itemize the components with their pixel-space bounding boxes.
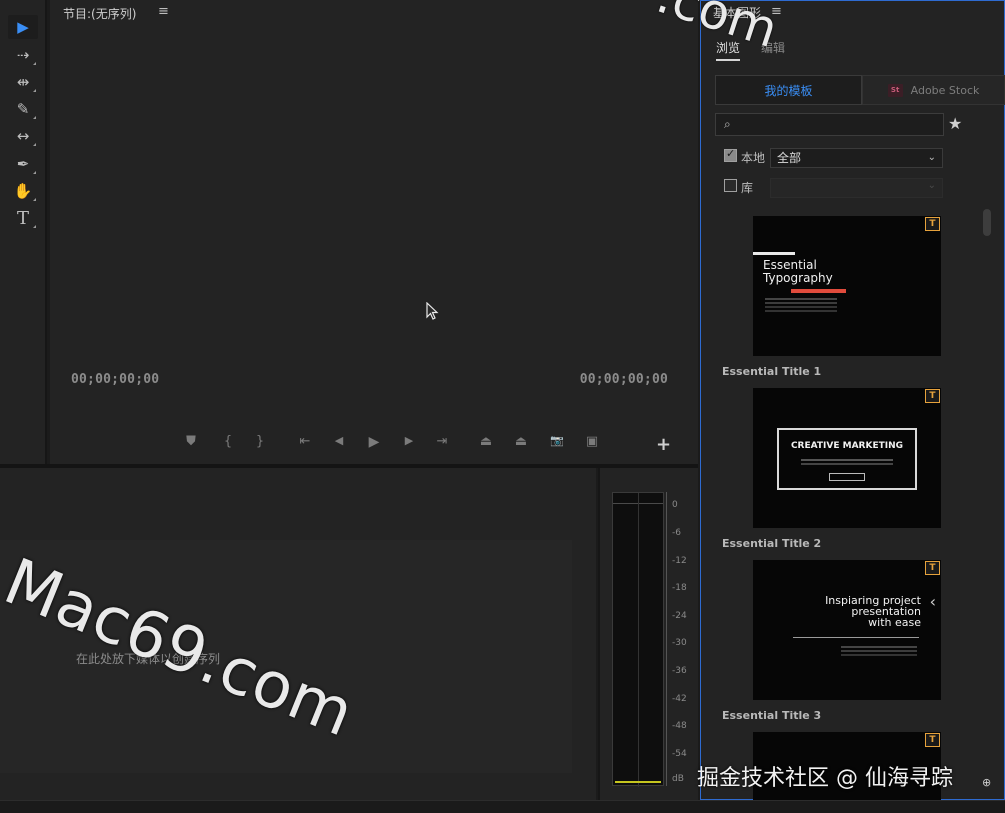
type-tool-icon[interactable]: T: [8, 206, 38, 230]
track-select-tool-icon[interactable]: ⇢: [8, 43, 38, 67]
local-checkbox[interactable]: [724, 147, 737, 162]
essential-graphics-panel: 基本图形 ≡ 浏览 编辑 我的模板 St Adobe Stock ⌕ ★ 本地 …: [700, 0, 1005, 800]
compare-icon[interactable]: ▣: [582, 434, 602, 449]
library-label: 库: [741, 181, 754, 195]
ripple-edit-tool-icon[interactable]: ⇹: [8, 70, 38, 94]
go-to-in-icon[interactable]: ⇤: [295, 434, 315, 449]
program-menu-icon[interactable]: ≡: [158, 4, 169, 19]
thumbnail-button-shape: [829, 473, 865, 481]
selection-tool-icon[interactable]: ▶: [8, 15, 38, 39]
lift-icon[interactable]: ⏏: [476, 434, 496, 449]
template-label: Essential Title 2: [722, 537, 822, 550]
thumbnail-body-lines: [801, 459, 893, 461]
template-source-switch: 我的模板 St Adobe Stock: [715, 75, 1005, 105]
watermark-text: 掘金技术社区 @ 仙海寻踪: [697, 766, 953, 791]
mark-out-icon[interactable]: }: [250, 434, 270, 449]
favorites-star-icon[interactable]: ★: [948, 114, 962, 133]
audio-meter: 0 -6 -12 -18 -24 -30 -36 -42 -48 -54 dB: [598, 468, 698, 800]
text-template-badge-icon: T: [925, 561, 940, 575]
meter-label: -42: [672, 694, 687, 704]
thumbnail-red-bar: [791, 289, 846, 293]
step-forward-icon[interactable]: ▶: [399, 434, 419, 447]
template-thumbnail[interactable]: Inspiaring project presentation with eas…: [753, 560, 941, 700]
play-icon[interactable]: ▶: [364, 434, 384, 450]
local-filter-value: 全部: [777, 151, 802, 165]
search-icon: ⌕: [724, 117, 731, 131]
template-label: Essential Title 1: [722, 365, 822, 378]
text-template-badge-icon: T: [925, 217, 940, 231]
duration-timecode: 00;00;00;00: [579, 372, 668, 387]
thumbnail-text-line: Typography: [763, 271, 833, 285]
adobe-stock-button[interactable]: St Adobe Stock: [862, 75, 1005, 105]
text-template-badge-icon: T: [925, 389, 940, 403]
meter-unit-label: dB: [672, 774, 684, 784]
pen-tool-icon[interactable]: ✒: [8, 152, 38, 176]
thumbnail-frame: CREATIVE MARKETING: [777, 428, 917, 490]
meter-label: -48: [672, 721, 687, 731]
my-templates-button[interactable]: 我的模板: [715, 75, 862, 105]
thumbnail-accent-line: [753, 252, 795, 255]
chevron-down-icon: ⌄: [927, 152, 936, 163]
thumbnail-title: Inspiaring project presentation with eas…: [781, 595, 921, 628]
library-checkbox[interactable]: [724, 179, 737, 192]
text-template-badge-icon: T: [925, 733, 940, 747]
mark-in-icon[interactable]: {: [218, 434, 238, 449]
razor-tool-icon[interactable]: ✎: [8, 97, 38, 121]
adobe-stock-icon: St: [887, 83, 903, 97]
mouse-cursor-icon: [426, 302, 439, 320]
go-to-out-icon[interactable]: ⇥: [432, 434, 452, 449]
template-search-input[interactable]: ⌕: [715, 113, 944, 136]
program-monitor-title[interactable]: 节目:(无序列): [63, 5, 136, 22]
meter-label: -18: [672, 583, 687, 593]
chevron-left-icon: ‹: [929, 592, 936, 611]
thumbnail-rule: [793, 637, 919, 638]
meter-label: -36: [672, 666, 687, 676]
thumbnail-title: CREATIVE MARKETING: [790, 441, 904, 451]
meter-label: -54: [672, 749, 687, 759]
template-thumbnail[interactable]: Essential Typography: [753, 216, 941, 356]
add-marker-icon[interactable]: ⛊: [181, 434, 201, 449]
meter-label: -6: [672, 528, 681, 538]
slip-tool-icon[interactable]: ↔: [8, 124, 38, 148]
thumbnail-text-line: with ease: [868, 616, 921, 629]
meter-level: [615, 781, 661, 783]
local-label: 本地: [741, 151, 766, 165]
meter-label: -12: [672, 556, 687, 566]
meter-label: 0: [672, 500, 678, 510]
meter-label: -30: [672, 638, 687, 648]
meter-label: -24: [672, 611, 687, 621]
program-monitor: 节目:(无序列) ≡ 00;00;00;00 00;00;00;00 ⛊ { }…: [50, 0, 698, 464]
step-back-icon[interactable]: ◀: [329, 434, 349, 447]
template-list-scrollbar[interactable]: [983, 209, 991, 236]
extract-icon[interactable]: ⏏: [511, 434, 531, 449]
library-dropdown: ⌄: [770, 178, 943, 198]
template-label: Essential Title 3: [722, 709, 822, 722]
zoom-icon: ⊕: [982, 776, 992, 789]
audio-meter-bars: [612, 492, 664, 787]
thumbnail-body-lines: [841, 646, 917, 648]
template-thumbnail[interactable]: CREATIVE MARKETING: [753, 388, 941, 528]
meter-scale: [666, 492, 668, 786]
adobe-stock-label: Adobe Stock: [910, 83, 980, 97]
chevron-down-icon: ⌄: [927, 180, 936, 191]
thumbnail-title: Essential Typography: [763, 259, 833, 285]
my-templates-label: 我的模板: [764, 83, 813, 98]
tools-panel: ▶ ⇢ ⇹ ✎ ↔ ✒ ✋ T: [0, 0, 47, 464]
playhead-timecode[interactable]: 00;00;00;00: [71, 372, 159, 387]
export-frame-icon[interactable]: 📷: [547, 434, 567, 447]
thumbnail-body-lines: [765, 298, 837, 300]
meter-channel-divider: [638, 493, 639, 787]
hand-tool-icon[interactable]: ✋: [8, 179, 38, 203]
status-bar: [0, 800, 1005, 813]
button-editor-add-icon[interactable]: +: [656, 434, 671, 455]
local-filter-dropdown[interactable]: 全部 ⌄: [770, 148, 943, 168]
